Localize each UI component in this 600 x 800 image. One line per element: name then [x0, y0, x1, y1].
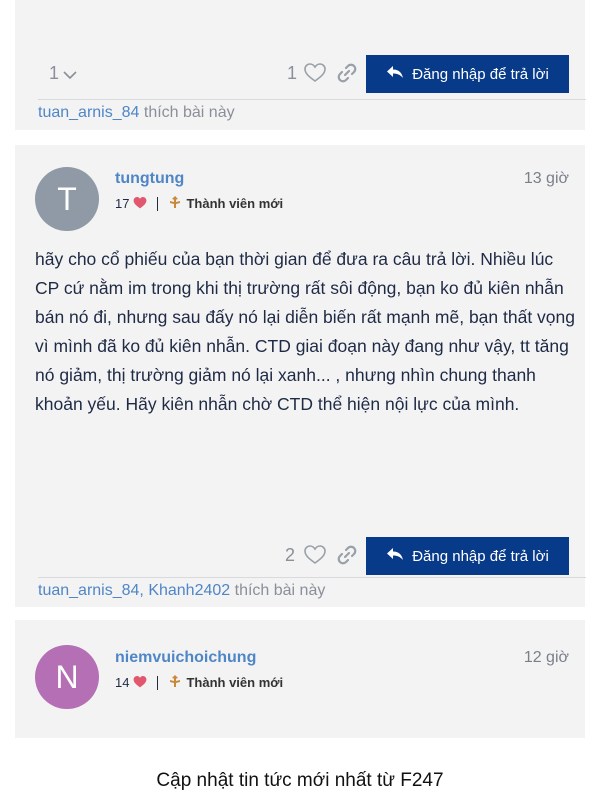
post-actions: 2 Đăng nhập để trả lời [15, 537, 585, 577]
likes-suffix: thích bài này [234, 582, 326, 599]
post-body: hãy cho cổ phiếu của bạn thời gian để đư… [35, 249, 576, 414]
reply-arrow-icon [386, 546, 404, 566]
reply-arrow-icon [386, 64, 404, 84]
user-meta: 17 Thành viên mới [115, 195, 283, 212]
like-count: 1 [287, 63, 298, 83]
heart-icon[interactable] [303, 61, 327, 85]
new-member-badge-icon [168, 674, 182, 691]
likes-suffix: thích bài này [143, 104, 235, 121]
liker-username[interactable]: Khanh2402 [148, 582, 230, 599]
heart-icon[interactable] [303, 543, 327, 567]
likes-received: 17 [115, 196, 130, 211]
like-count: 2 [285, 545, 296, 565]
divider [157, 196, 159, 211]
login-to-reply-button[interactable]: Đăng nhập để trả lời [366, 55, 569, 93]
divider [157, 675, 159, 690]
heart-filled-icon [133, 196, 147, 212]
post-actions: 1 1 Đăng nhập để trả lời [15, 55, 585, 95]
liker-username[interactable]: tuan_arnis_84 [38, 582, 139, 599]
post-username[interactable]: tungtung [115, 170, 184, 188]
chevron-down-icon [63, 64, 77, 85]
forum-post: T tungtung 13 giờ 17 Thành viên mới hãy … [15, 145, 586, 607]
avatar-letter: T [57, 180, 77, 217]
likes-received: 14 [115, 675, 130, 690]
post-timestamp[interactable]: 13 giờ [524, 170, 569, 188]
reply-button-label: Đăng nhập để trả lời [412, 547, 549, 565]
avatar[interactable]: N [35, 645, 99, 709]
avatar-letter: N [55, 658, 79, 695]
login-to-reply-button[interactable]: Đăng nhập để trả lời [366, 537, 569, 575]
avatar[interactable]: T [35, 167, 99, 231]
footer-caption: Cập nhật tin tức mới nhất từ F247 [156, 770, 444, 791]
reply-count: 1 [49, 63, 60, 83]
likers-line: tuan_arnis_84, Khanh2402 thích bài này [38, 577, 586, 600]
forum-post: N niemvuichoichung 12 giờ 14 Thành viên … [15, 620, 585, 738]
heart-filled-icon [133, 675, 147, 691]
link-icon[interactable] [335, 543, 359, 567]
post-username[interactable]: niemvuichoichung [115, 649, 256, 667]
replies-toggle[interactable]: 1 [49, 63, 77, 85]
liker-username[interactable]: tuan_arnis_84 [38, 104, 139, 121]
user-title: Thành viên mới [186, 196, 284, 211]
likers-line: tuan_arnis_84 thích bài này [38, 99, 586, 122]
user-title: Thành viên mới [186, 675, 284, 690]
previous-post-panel: 1 1 Đăng nhập để trả lời tuan_arnis_84 t… [15, 0, 586, 130]
user-meta: 14 Thành viên mới [115, 674, 283, 691]
link-icon[interactable] [335, 61, 359, 85]
new-member-badge-icon [168, 195, 182, 212]
post-timestamp[interactable]: 12 giờ [524, 649, 569, 667]
reply-button-label: Đăng nhập để trả lời [412, 65, 549, 83]
